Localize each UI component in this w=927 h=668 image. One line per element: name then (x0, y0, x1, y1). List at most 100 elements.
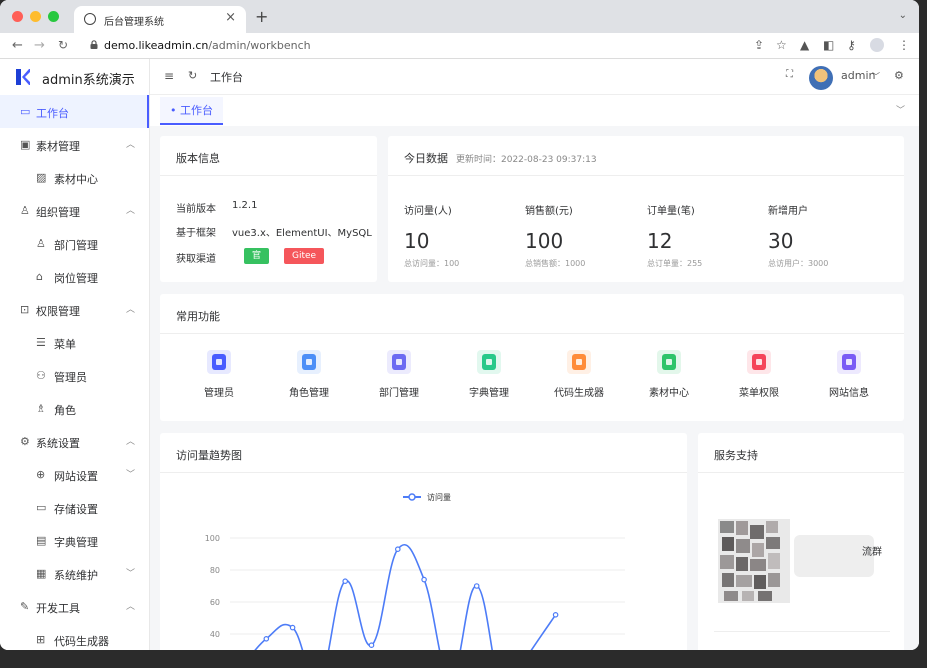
username[interactable]: admin (841, 69, 875, 82)
sidebar-item[interactable]: ♗ 角色 (0, 392, 149, 425)
close-tab-icon[interactable]: × (225, 10, 236, 25)
avatar[interactable] (809, 66, 833, 90)
key-icon[interactable]: ⚷ (847, 38, 856, 52)
gitee-button[interactable]: Gitee (284, 248, 325, 264)
function-item[interactable]: 代码生成器 (534, 350, 624, 399)
sidebar-item[interactable]: ▦ 系统维护 ﹀ (0, 557, 149, 590)
function-item[interactable]: 网站信息 (804, 350, 894, 399)
sidebar: admin系统演示 ▭ 工作台 ▣ 素材管理 ︿ ▨ 素材中心 ♙ 组织管理 ︿ ♙ 部门管理 ⌂ 岗位管… (0, 59, 150, 650)
visit-trend-chart: 访问量 100 80 60 40 (205, 492, 625, 650)
chevron-down-icon[interactable]: ﹀ (872, 71, 880, 82)
chevron-up-icon[interactable]: ︿ (126, 302, 135, 315)
stat-value: 100 (525, 229, 564, 253)
sidebar-item[interactable]: ▨ 素材中心 (0, 161, 149, 194)
chevron-up-icon[interactable]: ︿ (126, 434, 135, 447)
admin-icon (207, 350, 231, 374)
sidebar-item-label: 系统设置 (36, 437, 80, 450)
sidebar-item[interactable]: ⊕ 网站设置 ﹀ (0, 458, 149, 491)
fold-menu-icon[interactable]: ≡ (164, 69, 174, 83)
function-item[interactable]: 素材中心 (624, 350, 714, 399)
breadcrumb[interactable]: 工作台 (210, 69, 243, 85)
stat-sub: 总销售额：1000 (525, 259, 586, 268)
maximize-window-dot[interactable] (48, 11, 59, 22)
url-text: demo.likeadmin.cn/admin/workbench (104, 39, 311, 52)
function-item[interactable]: 菜单权限 (714, 350, 804, 399)
refresh-icon[interactable]: ↻ (188, 69, 197, 82)
forward-icon[interactable]: → (34, 38, 45, 53)
share-icon[interactable]: ⇪ (754, 38, 764, 52)
browser-tab[interactable]: 后台管理系统 × (74, 6, 246, 33)
fullscreen-icon[interactable]: ⛶ (786, 69, 793, 80)
sidebar-item[interactable]: ♙ 组织管理 ︿ (0, 194, 149, 227)
version-key: 当前版本 (176, 204, 216, 215)
chevron-down-icon[interactable]: ﹀ (896, 103, 905, 116)
sidebar-item[interactable]: ▭ 存储设置 (0, 491, 149, 524)
function-item[interactable]: 管理员 (174, 350, 264, 399)
sidebar-item[interactable]: ⊡ 权限管理 ︿ (0, 293, 149, 326)
chevron-up-icon[interactable]: ︿ (126, 203, 135, 216)
sidebar-item[interactable]: ⊞ 代码生成器 (0, 623, 149, 650)
sidebar-item-label: 部门管理 (54, 239, 98, 252)
qr-code-image (718, 519, 790, 603)
chevron-up-icon[interactable]: ︿ (126, 599, 135, 612)
reload-icon[interactable]: ↻ (58, 38, 68, 52)
data-point[interactable] (421, 576, 427, 583)
sidebar-item[interactable]: ▣ 素材管理 ︿ (0, 128, 149, 161)
back-icon[interactable]: ← (12, 38, 23, 53)
legend-marker (408, 493, 416, 501)
data-point[interactable] (368, 642, 375, 649)
sidebar-panel-icon[interactable]: ◧ (823, 38, 834, 52)
sidebar-item[interactable]: ⌂ 岗位管理 (0, 260, 149, 293)
framework-key: 基于框架 (176, 228, 216, 239)
tag-workbench[interactable]: • 工作台 (160, 97, 223, 125)
extension-icon[interactable]: ▲ (800, 38, 809, 52)
chevron-down-icon[interactable]: ﹀ (126, 467, 135, 480)
data-point[interactable] (473, 583, 480, 589)
close-window-dot[interactable] (12, 11, 23, 22)
chart-legend[interactable]: 访问量 (403, 492, 451, 502)
more-icon[interactable]: ⋮ (898, 38, 910, 52)
profile-icon[interactable] (870, 38, 884, 52)
sidebar-item[interactable]: ▤ 字典管理 (0, 524, 149, 557)
stat-value: 10 (404, 229, 430, 253)
data-point[interactable] (289, 624, 296, 631)
sidebar-item-label: 管理员 (54, 371, 87, 384)
legend-label: 访问量 (427, 492, 451, 502)
sidebar-item[interactable]: ☰ 菜单 (0, 326, 149, 359)
common-functions-card: 常用功能 管理员 角色管理 部门管理 字典管理 代码生成器 素材中心 菜单权限 网站信息 (160, 294, 904, 421)
sidebar-item[interactable]: ♙ 部门管理 (0, 227, 149, 260)
update-time: 更新时间：2022-08-23 09:37:13 (456, 155, 597, 165)
data-point[interactable] (395, 546, 401, 553)
stat-visits: 访问量(人) 10 总访问量：100 (404, 202, 524, 269)
data-point[interactable] (552, 612, 559, 618)
new-tab-icon[interactable]: + (255, 7, 268, 26)
folder-icon: ▭ (36, 501, 47, 514)
chevron-down-icon[interactable]: ⌄ (899, 10, 907, 21)
function-item[interactable]: 角色管理 (264, 350, 354, 399)
function-item[interactable]: 部门管理 (354, 350, 444, 399)
visit-trend-card: 访问量趋势图 访问量 100 80 60 40 (160, 433, 687, 650)
sidebar-item[interactable]: ⚇ 管理员 (0, 359, 149, 392)
data-point[interactable] (263, 636, 270, 642)
sidebar-item[interactable]: ⚙ 系统设置 ︿ (0, 425, 149, 458)
url-field[interactable]: demo.likeadmin.cn/admin/workbench (80, 36, 740, 56)
user-icon: ♙ (20, 204, 30, 217)
lock-icon: ⊡ (20, 303, 30, 316)
function-item[interactable]: 字典管理 (444, 350, 534, 399)
stat-label: 新增用户 (768, 206, 808, 217)
menu-permission-icon (747, 350, 771, 374)
settings-gear-icon[interactable]: ⚙ (894, 69, 904, 82)
sidebar-item[interactable]: ✎ 开发工具 ︿ (0, 590, 149, 623)
official-site-button[interactable]: 官网 (244, 248, 270, 277)
sidebar-item-label: 权限管理 (36, 305, 80, 318)
chevron-down-icon[interactable]: ﹀ (126, 566, 135, 579)
sidebar-menu: ▭ 工作台 ▣ 素材管理 ︿ ▨ 素材中心 ♙ 组织管理 ︿ ♙ 部门管理 ⌂ 岗位管理 ⊡ 权限管理 ︿ ☰ 菜单… (0, 95, 149, 650)
sidebar-item[interactable]: ▭ 工作台 (0, 95, 149, 128)
code-icon: ⊞ (36, 633, 46, 646)
star-icon[interactable]: ☆ (776, 38, 787, 52)
chevron-up-icon[interactable]: ︿ (126, 137, 135, 150)
minimize-window-dot[interactable] (30, 11, 41, 22)
data-point[interactable] (342, 578, 349, 585)
dictionary-icon (477, 350, 501, 374)
top-bar: ≡ ↻ 工作台 ⛶ admin ﹀ ⚙ (150, 59, 919, 95)
